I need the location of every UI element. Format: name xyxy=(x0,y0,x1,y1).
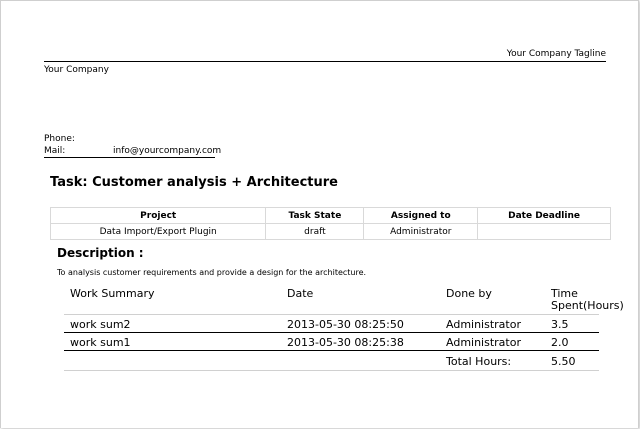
work-row-2-done-by: Administrator xyxy=(446,336,521,349)
work-row-2-summary: work sum1 xyxy=(70,336,131,349)
work-header-summary: Work Summary xyxy=(70,287,155,300)
header-divider xyxy=(44,61,606,62)
work-row-divider xyxy=(64,332,599,333)
work-row-1-hours: 3.5 xyxy=(551,318,569,331)
header-project: Project xyxy=(49,207,267,224)
task-info-table: Project Task State Assigned to Date Dead… xyxy=(49,207,611,240)
task-title: Task: Customer analysis + Architecture xyxy=(50,175,338,190)
work-header-done-by: Done by xyxy=(446,287,492,300)
description-heading: Description : xyxy=(57,246,144,260)
total-hours-value: 5.50 xyxy=(551,355,576,368)
cell-task-state: draft xyxy=(265,223,365,240)
work-header-divider xyxy=(64,314,599,315)
total-divider xyxy=(64,370,599,371)
contact-divider xyxy=(44,157,215,158)
info-table-header-row: Project Task State Assigned to Date Dead… xyxy=(49,207,611,224)
work-row-1-done-by: Administrator xyxy=(446,318,521,331)
header-date-deadline: Date Deadline xyxy=(477,207,611,224)
header-task-state: Task State xyxy=(265,207,365,224)
cell-date-deadline xyxy=(477,223,611,240)
phone-label: Phone: xyxy=(44,134,75,144)
cell-project: Data Import/Export Plugin xyxy=(49,223,267,240)
info-table-row: Data Import/Export Plugin draft Administ… xyxy=(49,223,611,240)
work-row-2-date: 2013-05-30 08:25:38 xyxy=(287,336,404,349)
work-row-divider xyxy=(64,350,599,351)
work-row-1-summary: work sum2 xyxy=(70,318,131,331)
company-tagline: Your Company Tagline xyxy=(506,49,606,59)
mail-label: Mail: xyxy=(44,146,66,156)
work-row-1-date: 2013-05-30 08:25:50 xyxy=(287,318,404,331)
header-assigned-to: Assigned to xyxy=(363,207,479,224)
total-hours-label: Total Hours: xyxy=(446,355,512,368)
work-header-time-line2: Spent(Hours) xyxy=(551,299,624,312)
work-header-date: Date xyxy=(287,287,314,300)
description-text: To analysis customer requirements and pr… xyxy=(57,268,367,277)
mail-value: info@yourcompany.com xyxy=(113,146,222,156)
cell-assigned-to: Administrator xyxy=(363,223,479,240)
company-name: Your Company xyxy=(44,65,109,75)
work-row-2-hours: 2.0 xyxy=(551,336,569,349)
